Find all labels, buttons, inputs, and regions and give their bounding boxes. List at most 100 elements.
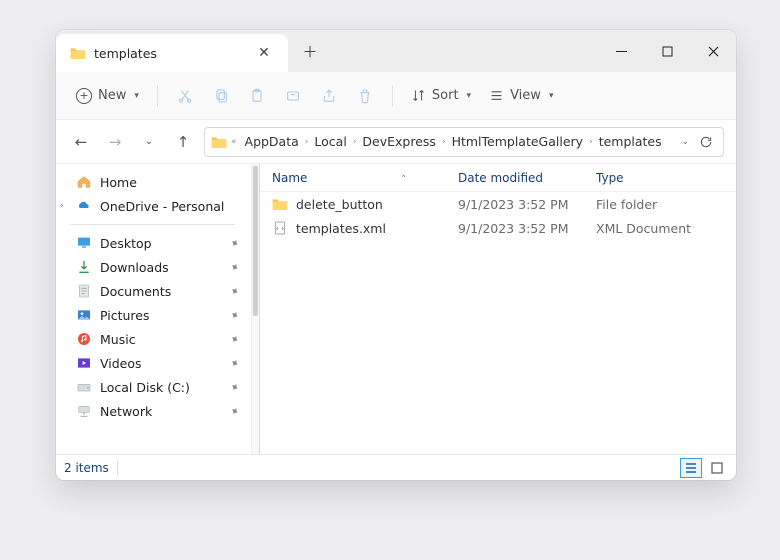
breadcrumb-segment[interactable]: Local <box>310 132 350 151</box>
file-date: 9/1/2023 3:52 PM <box>458 197 596 212</box>
chevron-right-icon: › <box>442 137 446 147</box>
file-row[interactable]: templates.xml 9/1/2023 3:52 PMXML Documen… <box>272 216 736 240</box>
documents-icon <box>76 283 92 299</box>
window-close-button[interactable] <box>690 30 736 72</box>
nav-history-button[interactable]: ⌄ <box>136 136 162 147</box>
explorer-window: templates ✕ ＋ + New ▾ Sort ▾ View <box>56 30 736 480</box>
chevron-right-icon: › <box>60 201 64 211</box>
scroll-thumb[interactable] <box>253 166 258 316</box>
breadcrumb-segment[interactable]: templates <box>595 132 666 151</box>
pin-icon: ✦ <box>227 403 241 419</box>
file-type: XML Document <box>596 221 736 236</box>
sidebar-item-label: Network <box>100 404 152 419</box>
chevron-down-icon: ▾ <box>549 91 554 101</box>
xml-icon <box>272 220 288 236</box>
sidebar-item[interactable]: Videos ✦ <box>56 351 249 375</box>
column-name[interactable]: Name˄ <box>272 171 458 185</box>
pin-icon: ✦ <box>227 355 241 371</box>
tab-close-icon[interactable]: ✕ <box>250 45 278 61</box>
sidebar-item[interactable]: Local Disk (C:) ✦ <box>56 375 249 399</box>
new-tab-button[interactable]: ＋ <box>288 30 332 72</box>
sidebar-item-label: Downloads <box>100 260 169 275</box>
status-text: 2 items <box>64 461 109 475</box>
status-bar: 2 items <box>56 454 736 480</box>
pin-icon: ✦ <box>227 307 241 323</box>
sidebar-item-label: OneDrive - Personal <box>100 199 224 214</box>
breadcrumb: AppData›Local›DevExpress›HtmlTemplateGal… <box>241 132 666 151</box>
view-label: View <box>510 88 541 103</box>
chevron-down-icon[interactable]: ⌄ <box>681 137 689 147</box>
tab-active[interactable]: templates ✕ <box>56 34 288 72</box>
nav-back-button[interactable]: ← <box>68 133 94 151</box>
toolbar-divider <box>392 85 393 107</box>
folder-icon <box>70 46 86 60</box>
file-name: delete_button <box>296 197 383 212</box>
sidebar-item-label: Local Disk (C:) <box>100 380 190 395</box>
location-bar[interactable]: « AppData›Local›DevExpress›HtmlTemplateG… <box>204 127 724 157</box>
column-type[interactable]: Type <box>596 171 736 185</box>
pin-icon: ✦ <box>227 379 241 395</box>
file-name: templates.xml <box>296 221 386 236</box>
delete-button[interactable] <box>348 80 382 112</box>
sidebar-item-label: Desktop <box>100 236 152 251</box>
sidebar-item[interactable]: Desktop✦ <box>56 231 249 255</box>
sidebar-item[interactable]: Downloads ✦ <box>56 255 249 279</box>
music-icon <box>76 331 92 347</box>
navigation-row: ← → ⌄ ↑ « AppData›Local›DevExpress›HtmlT… <box>56 120 736 164</box>
videos-icon <box>76 355 92 371</box>
thumbnails-view-button[interactable] <box>706 458 728 478</box>
breadcrumb-segment[interactable]: HtmlTemplateGallery <box>448 132 588 151</box>
file-row[interactable]: delete_button9/1/2023 3:52 PMFile folder <box>272 192 736 216</box>
share-button[interactable] <box>312 80 346 112</box>
breadcrumb-segment[interactable]: DevExpress <box>358 132 440 151</box>
sidebar: Home›OneDrive - Personal Desktop✦Downloa… <box>56 164 252 454</box>
view-button[interactable]: View ▾ <box>481 80 561 112</box>
desktop-icon <box>76 235 92 251</box>
copy-button[interactable] <box>204 80 238 112</box>
sidebar-item-label: Documents <box>100 284 171 299</box>
sidebar-item-label: Home <box>100 175 137 190</box>
home-icon <box>76 174 92 190</box>
file-date: 9/1/2023 3:52 PM <box>458 221 596 236</box>
cut-button[interactable] <box>168 80 202 112</box>
plus-circle-icon: + <box>76 88 92 104</box>
chevron-down-icon: ▾ <box>467 91 472 101</box>
window-minimize-button[interactable] <box>598 30 644 72</box>
refresh-icon[interactable] <box>699 135 713 149</box>
tab-title: templates <box>94 46 242 61</box>
sidebar-item-label: Videos <box>100 356 142 371</box>
breadcrumb-segment[interactable]: AppData <box>241 132 303 151</box>
rename-button[interactable] <box>276 80 310 112</box>
title-bar: templates ✕ ＋ <box>56 30 736 72</box>
sidebar-item[interactable]: Music✦ <box>56 327 249 351</box>
content-pane: Name˄ Date modified Type delete_button 9/… <box>252 164 736 454</box>
view-icon <box>489 88 504 103</box>
chevron-down-icon: ▾ <box>134 91 139 101</box>
sidebar-item[interactable]: Pictures ✦ <box>56 303 249 327</box>
window-maximize-button[interactable] <box>644 30 690 72</box>
sort-icon <box>411 88 426 103</box>
pin-icon: ✦ <box>227 259 241 275</box>
sidebar-item[interactable]: Documents ✦ <box>56 279 249 303</box>
folder-icon <box>211 135 227 149</box>
sidebar-item[interactable]: Home <box>56 170 249 194</box>
sidebar-item[interactable]: › OneDrive - Personal <box>56 194 249 218</box>
details-view-button[interactable] <box>680 458 702 478</box>
nav-up-button[interactable]: ↑ <box>170 133 196 151</box>
pin-icon: ✦ <box>227 283 241 299</box>
column-date[interactable]: Date modified <box>458 171 596 185</box>
chevron-right-icon: › <box>589 137 593 147</box>
sort-button[interactable]: Sort ▾ <box>403 80 479 112</box>
sidebar-item-label: Pictures <box>100 308 150 323</box>
sort-caret-icon: ˄ <box>401 175 406 185</box>
new-button[interactable]: + New ▾ <box>68 80 147 112</box>
sidebar-item[interactable]: Network ✦ <box>56 399 249 423</box>
nav-forward-button[interactable]: → <box>102 133 128 151</box>
disk-icon <box>76 379 92 395</box>
column-headers: Name˄ Date modified Type <box>252 164 736 192</box>
downloads-icon <box>76 259 92 275</box>
toolbar-divider <box>157 85 158 107</box>
file-list: delete_button9/1/2023 3:52 PMFile folder… <box>252 192 736 240</box>
body: Home›OneDrive - Personal Desktop✦Downloa… <box>56 164 736 454</box>
paste-button[interactable] <box>240 80 274 112</box>
